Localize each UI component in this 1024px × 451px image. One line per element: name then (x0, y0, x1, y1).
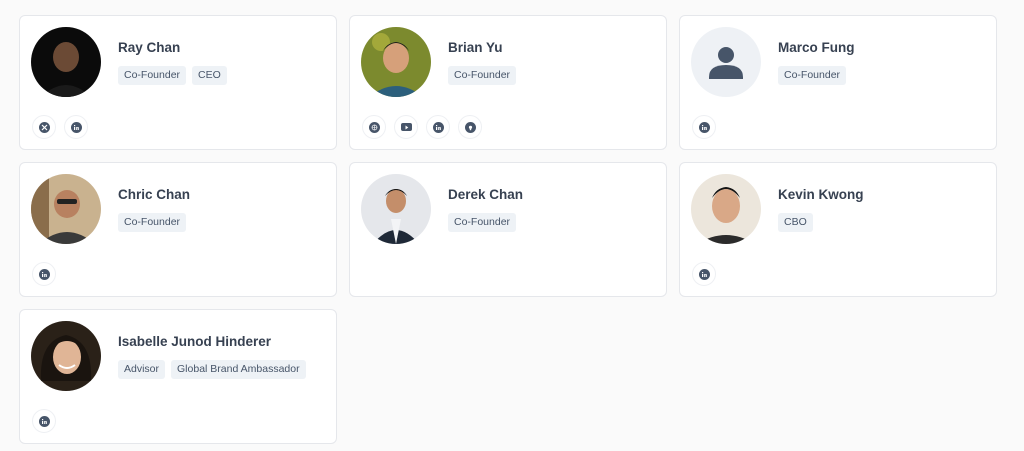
role-tags: Co-Founder (448, 66, 517, 85)
avatar (31, 27, 101, 97)
member-name: Kevin Kwong (778, 187, 864, 202)
avatar (691, 27, 761, 97)
avatar (361, 27, 431, 97)
member-name: Isabelle Junod Hinderer (118, 334, 272, 349)
social-links (692, 262, 716, 286)
social-links (32, 115, 88, 139)
role-tag: CBO (778, 213, 813, 232)
youtube-link[interactable] (394, 115, 418, 139)
role-tags: Advisor Global Brand Ambassador (118, 360, 306, 379)
role-tags: Co-Founder (118, 213, 187, 232)
social-links (692, 115, 716, 139)
linkedin-icon (38, 268, 50, 280)
social-links (32, 262, 56, 286)
avatar (31, 321, 101, 391)
member-name: Chric Chan (118, 187, 191, 202)
role-tag: Co-Founder (118, 66, 187, 85)
x-icon (38, 121, 50, 133)
linkedin-link[interactable] (64, 115, 88, 139)
globe-icon (368, 121, 380, 133)
linkedin-link[interactable] (32, 409, 56, 433)
linkedin-icon (432, 121, 444, 133)
avatar (31, 174, 101, 244)
member-name: Ray Chan (118, 40, 181, 55)
member-card: Kevin Kwong CBO (679, 162, 997, 297)
linkedin-icon (698, 121, 710, 133)
role-tag: Global Brand Ambassador (171, 360, 306, 379)
linkedin-icon (38, 415, 50, 427)
youtube-icon (400, 123, 412, 131)
role-tag: Co-Founder (118, 213, 187, 232)
member-name: Marco Fung (778, 40, 855, 55)
member-card: Derek Chan Co-Founder (349, 162, 667, 297)
member-card: Brian Yu Co-Founder (349, 15, 667, 150)
member-card: Marco Fung Co-Founder (679, 15, 997, 150)
role-tag: Co-Founder (778, 66, 847, 85)
role-tags: Co-Founder CEO (118, 66, 227, 85)
role-tag: Advisor (118, 360, 166, 379)
role-tag: Co-Founder (448, 213, 517, 232)
linkedin-link[interactable] (692, 115, 716, 139)
social-links (362, 115, 482, 139)
member-card: Isabelle Junod Hinderer Advisor Global B… (19, 309, 337, 444)
github-icon (464, 121, 476, 133)
team-grid: Ray Chan Co-Founder CEO Brian Yu Co-Foun… (0, 0, 1024, 451)
role-tag: CEO (192, 66, 227, 85)
github-link[interactable] (458, 115, 482, 139)
linkedin-icon (70, 121, 82, 133)
member-card: Ray Chan Co-Founder CEO (19, 15, 337, 150)
linkedin-link[interactable] (426, 115, 450, 139)
member-name: Derek Chan (448, 187, 524, 202)
role-tags: Co-Founder (448, 213, 517, 232)
linkedin-icon (698, 268, 710, 280)
member-name: Brian Yu (448, 40, 503, 55)
avatar (361, 174, 431, 244)
role-tags: Co-Founder (778, 66, 847, 85)
avatar (691, 174, 761, 244)
social-links (32, 409, 56, 433)
role-tag: Co-Founder (448, 66, 517, 85)
x-link[interactable] (32, 115, 56, 139)
member-card: Chric Chan Co-Founder (19, 162, 337, 297)
website-link[interactable] (362, 115, 386, 139)
linkedin-link[interactable] (32, 262, 56, 286)
linkedin-link[interactable] (692, 262, 716, 286)
role-tags: CBO (778, 213, 813, 232)
